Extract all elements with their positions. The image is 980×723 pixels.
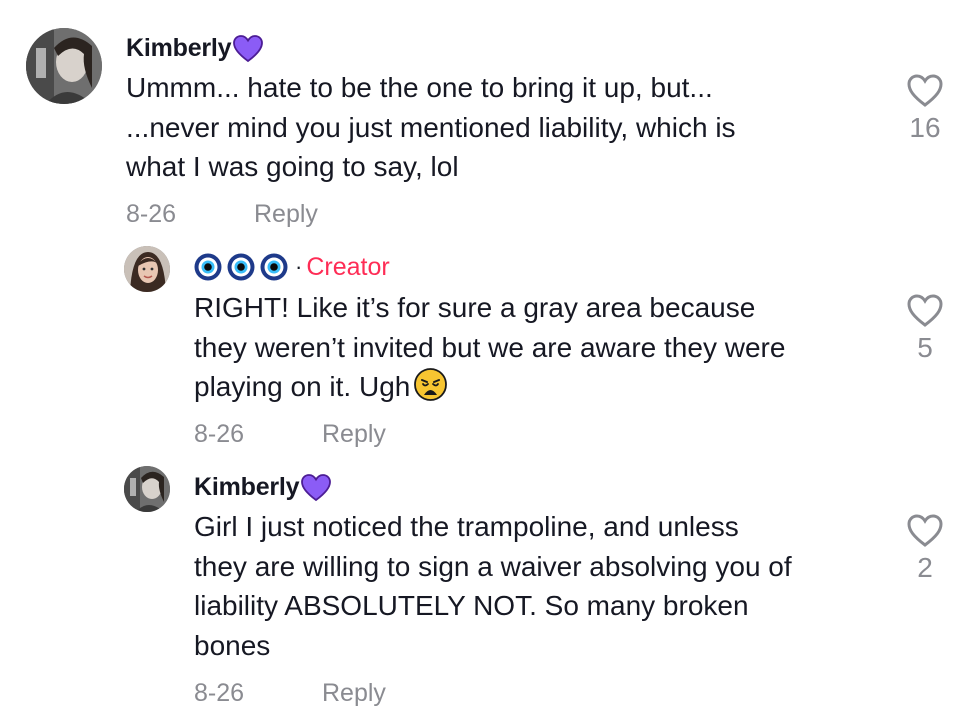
avatar[interactable] [26,28,102,104]
comment-text: RIGHT! Like it’s for sure a gray area be… [194,288,894,407]
like-count: 16 [909,112,941,143]
heart-like-icon[interactable] [907,514,943,548]
heart-like-icon[interactable] [907,294,943,328]
reply-button[interactable]: Reply [322,420,386,449]
comment-date: 8-26 [126,200,177,228]
comment-text-body: RIGHT! Like it’s for sure a gray area be… [194,292,786,402]
comment-date: 8-26 [194,679,245,707]
nazar-eye-icon [194,253,222,281]
avatar[interactable] [124,466,170,512]
comment-date: 8-26 [194,420,245,448]
nazar-eye-icon [227,253,255,281]
like-count: 2 [917,552,933,583]
comment-author[interactable]: Kimberly [194,473,300,502]
reply-button[interactable]: Reply [322,679,386,708]
nazar-eye-icon [260,253,288,281]
separator-dot: · [295,254,303,279]
purple-heart-icon [233,35,264,63]
comment-text: Girl I just noticed the trampoline, and … [194,511,792,661]
comment-text: Ummm... hate to be the one to bring it u… [126,72,736,182]
heart-like-icon[interactable] [907,74,943,108]
reply-button[interactable]: Reply [254,200,318,229]
like-count: 5 [917,332,933,363]
avatar[interactable] [124,246,170,292]
comment-author[interactable]: Kimberly [126,34,232,63]
weary-face-emoji [414,368,448,401]
creator-label: Creator [306,252,390,281]
purple-heart-icon [301,474,332,502]
